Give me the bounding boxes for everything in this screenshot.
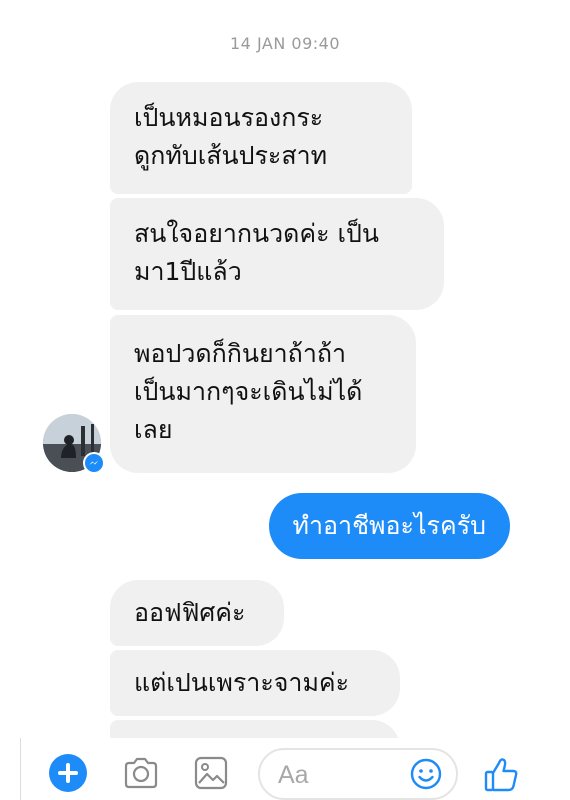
message-composer <box>0 738 570 800</box>
incoming-message[interactable]: สนใจอยากนวดค่ะ เป็น มา1ปีแล้ว <box>110 198 444 310</box>
plus-icon[interactable] <box>48 753 88 793</box>
outgoing-message[interactable]: ทำอาชีพอะไรครับ <box>268 493 510 559</box>
smiley-icon[interactable] <box>406 754 446 794</box>
thumbs-up-icon[interactable] <box>480 752 524 796</box>
composer-divider <box>20 738 21 800</box>
contact-avatar[interactable] <box>43 414 105 474</box>
image-icon[interactable] <box>190 752 232 794</box>
incoming-message[interactable]: เป็นหมอนรองกระ ดูกทับเส้นประสาท <box>110 82 412 194</box>
camera-icon[interactable] <box>120 752 162 794</box>
messenger-icon <box>83 452 105 474</box>
message-input[interactable] <box>278 758 398 792</box>
message-timestamp: 14 JAN 09:40 <box>230 34 340 53</box>
incoming-message[interactable]: ออฟฟิศค่ะ <box>110 580 284 646</box>
chat-screen: 14 JAN 09:40 เป็นหมอนรองกระ ดูกทับเส้นปร… <box>0 0 570 800</box>
message-input-pill[interactable] <box>258 748 458 800</box>
incoming-message[interactable]: พอปวดก็กินยาถ้าถ้า เป็นมากๆจะเดินไม่ได้ … <box>110 315 416 473</box>
incoming-message[interactable]: แต่เปนเพราะจามค่ะ <box>110 650 400 716</box>
